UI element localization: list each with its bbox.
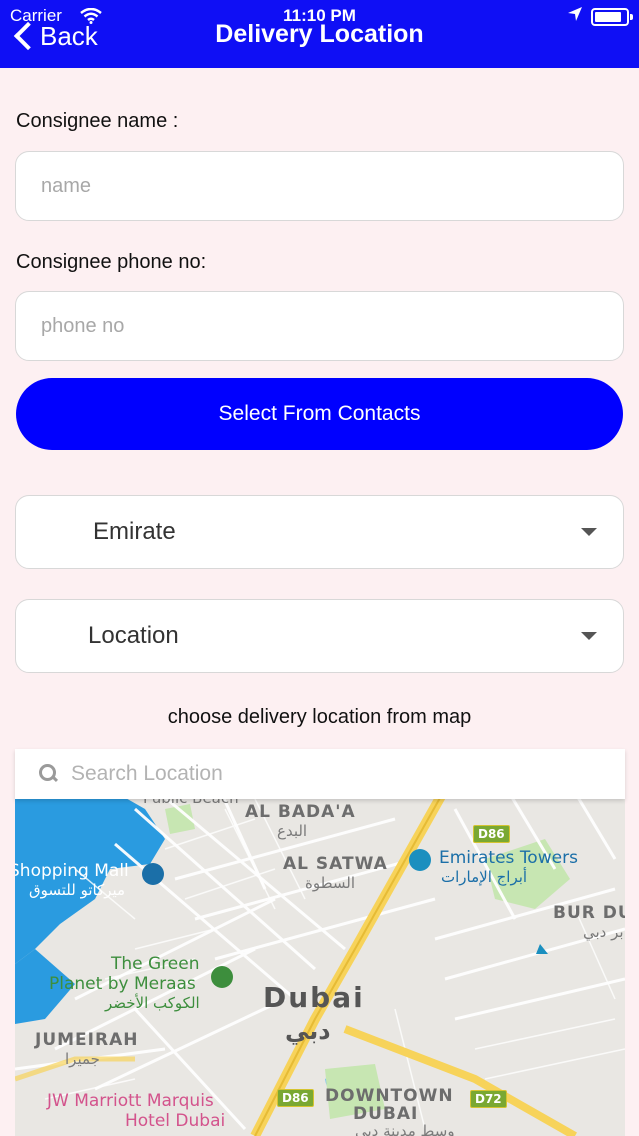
- map-label: DOWNTOWN: [325, 1086, 454, 1106]
- search-location-input[interactable]: [71, 762, 599, 786]
- map-search-bar[interactable]: [15, 749, 625, 799]
- map-label: Shopping Mall: [15, 861, 129, 881]
- road-shield: D86: [473, 825, 510, 843]
- consignee-name-input[interactable]: [41, 174, 623, 198]
- location-value: Location: [88, 622, 179, 649]
- map-hint-text: choose delivery location from map: [167, 706, 472, 728]
- map-label: دبي: [285, 1017, 331, 1045]
- search-icon: [39, 764, 59, 784]
- map-label: جميرا: [65, 1050, 100, 1068]
- map-view[interactable]: Public Beach AL BADA'A البدع D86 AL SATW…: [15, 749, 625, 1136]
- road-shield: D72: [470, 1090, 507, 1108]
- emirate-value: Emirate: [93, 518, 176, 545]
- consignee-phone-input[interactable]: [41, 314, 623, 338]
- map-label: JUMEIRAH: [35, 1030, 139, 1050]
- consignee-name-field[interactable]: [15, 151, 624, 221]
- map-label: وسط مدينة دبي: [355, 1122, 455, 1136]
- location-dropdown[interactable]: Location: [15, 599, 624, 673]
- navigation-bar: Carrier 11:10 PM Back Delivery Location: [0, 0, 639, 68]
- map-label: DUBAI: [353, 1104, 419, 1124]
- map-label: BUR DU: [553, 903, 625, 923]
- map-label: البدع: [277, 822, 308, 840]
- map-label: Emirates Towers: [439, 848, 578, 868]
- map-label: ميركاتو للتسوق: [29, 881, 126, 899]
- caret-down-icon: [581, 528, 597, 536]
- map-label: أبراج الإمارات: [441, 868, 528, 886]
- emirate-dropdown[interactable]: Emirate: [15, 495, 624, 569]
- road-shield: D86: [277, 1089, 314, 1107]
- consignee-phone-label: Consignee phone no:: [16, 251, 207, 273]
- consignee-name-label: Consignee name :: [16, 110, 179, 132]
- map-label: AL SATWA: [283, 854, 388, 874]
- map-label: Hotel Dubai: [125, 1111, 226, 1131]
- map-label: السطوة: [305, 874, 356, 892]
- consignee-phone-field[interactable]: [15, 291, 624, 361]
- map-label: Dubai: [263, 981, 365, 1014]
- map-label: AL BADA'A: [245, 802, 356, 822]
- map-label: Planet by Meraas: [49, 974, 196, 994]
- map-label: JW Marriott Marquis: [47, 1091, 214, 1111]
- page-title: Delivery Location: [215, 20, 424, 48]
- select-from-contacts-button[interactable]: Select From Contacts: [16, 378, 623, 450]
- map-label: الكوكب الأخضر: [105, 994, 200, 1012]
- map-label: بر دبي: [583, 923, 624, 941]
- map-label: The Green: [111, 954, 200, 974]
- caret-down-icon: [581, 632, 597, 640]
